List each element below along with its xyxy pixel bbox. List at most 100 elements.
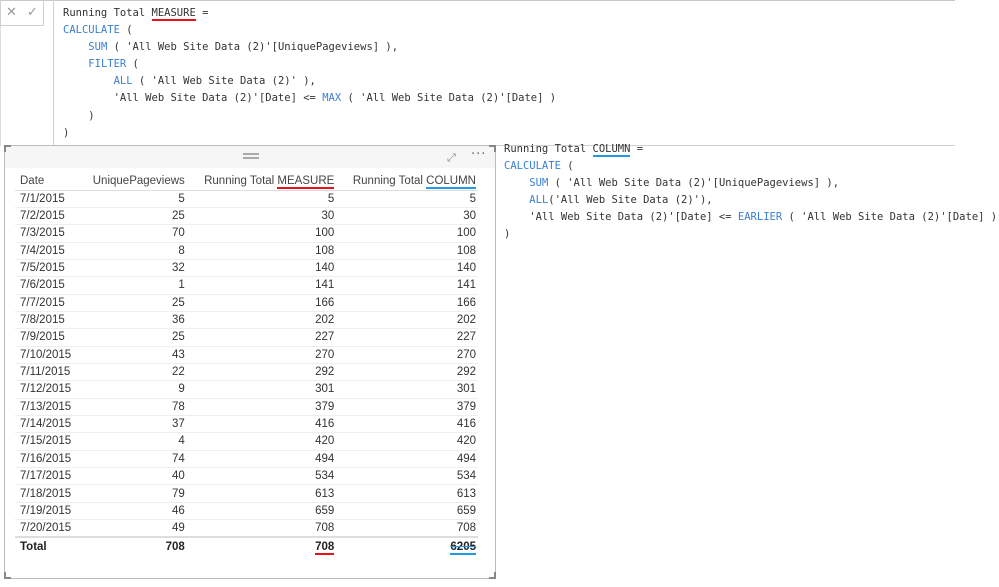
code-line: 'All Web Site Data (2)'[Date] <= EARLIER…: [504, 209, 997, 226]
code-text: =: [195, 7, 209, 19]
cell-running-total-column: 270: [336, 346, 478, 364]
cell-running-total-column: 141: [336, 276, 478, 295]
table-row: 7/10/2015 43 270 270: [15, 346, 478, 364]
code-keyword: EARLIER: [737, 211, 783, 224]
cell-running-total-measure: 494: [186, 450, 337, 469]
table-row: 7/7/2015 25 166 166: [15, 294, 478, 312]
cell-uniquepageviews: 22: [79, 363, 187, 382]
resize-corner[interactable]: [4, 572, 11, 579]
cell-uniquepageviews: 8: [79, 242, 187, 260]
code-text: (: [119, 24, 133, 37]
more-options-icon[interactable]: ···: [471, 147, 486, 162]
code-line: 'All Web Site Data (2)'[Date] <= MAX ( '…: [63, 90, 557, 107]
code-keyword: CALCULATE: [63, 24, 120, 37]
focus-mode-icon[interactable]: ⤢: [447, 151, 456, 165]
cell-date: 7/15/2015: [15, 432, 80, 451]
code-text: Running Total: [63, 7, 152, 19]
table-row: 7/20/2015 49 708 708: [15, 519, 478, 538]
cell-running-total-column: 227: [336, 328, 478, 347]
cell-running-total-column: 5: [336, 190, 478, 208]
cell-date: 7/13/2015: [15, 398, 80, 416]
cell-running-total-measure: 659: [186, 502, 337, 521]
header-date[interactable]: Date: [15, 173, 80, 191]
code-line: CALCULATE (: [504, 158, 997, 175]
drag-handle-icon[interactable]: [243, 153, 259, 159]
code-text: ): [504, 228, 511, 241]
cell-uniquepageviews: 46: [79, 502, 187, 521]
data-table: Date UniquePageviews Running Total MEASU…: [15, 173, 478, 556]
table-header-row: Date UniquePageviews Running Total MEASU…: [15, 173, 478, 191]
cell-running-total-column: 659: [336, 502, 478, 521]
cell-running-total-column: 379: [336, 398, 478, 416]
table-row: 7/16/2015 74 494 494: [15, 450, 478, 469]
code-line: ALL ( 'All Web Site Data (2)' ),: [63, 73, 556, 90]
table-row: 7/19/2015 46 659 659: [15, 502, 478, 521]
cell-running-total-measure: 227: [186, 328, 337, 347]
code-keyword: MAX: [322, 92, 342, 105]
code-line: SUM ( 'All Web Site Data (2)'[UniquePage…: [63, 39, 556, 56]
code-text: ( 'All Web Site Data (2)'[Date] ): [782, 211, 998, 224]
cell-date: 7/7/2015: [15, 294, 80, 312]
checkmark-icon[interactable]: ✓: [27, 5, 38, 20]
cell-date: 7/17/2015: [15, 467, 80, 486]
total-value: 6205: [450, 540, 476, 555]
header-running-total-column[interactable]: Running Total COLUMN: [336, 173, 478, 191]
code-line: CALCULATE (: [63, 22, 556, 39]
cell-uniquepageviews: 32: [79, 259, 187, 278]
cell-uniquepageviews: 74: [79, 450, 187, 469]
cell-running-total-measure: 301: [186, 380, 337, 399]
cell-date: 7/10/2015: [15, 346, 80, 364]
header-running-total-measure[interactable]: Running Total MEASURE: [186, 173, 337, 191]
table-row: 7/5/2015 32 140 140: [15, 259, 478, 278]
code-line: Running Total MEASURE =: [63, 5, 556, 22]
cell-date: 7/14/2015: [15, 415, 80, 434]
cell-uniquepageviews: 9: [79, 380, 187, 399]
code-text: ( 'All Web Site Data (2)'[UniquePageview…: [548, 177, 840, 190]
table-visual[interactable]: ⤢ ··· Date UniquePageviews Running Total…: [4, 145, 496, 579]
code-line: SUM ( 'All Web Site Data (2)'[UniquePage…: [504, 175, 997, 192]
cell-uniquepageviews: 25: [79, 207, 187, 226]
code-text: MEASURE: [151, 7, 196, 21]
close-icon[interactable]: ✕: [6, 5, 17, 20]
cell-date: 7/4/2015: [15, 242, 80, 260]
cell-date: 7/19/2015: [15, 502, 80, 521]
code-text: 'All Web Site Data (2)'[Date] <=: [504, 211, 738, 224]
code-text: =: [630, 143, 644, 155]
cell-date: 7/1/2015: [15, 190, 80, 208]
cell-uniquepageviews: 37: [79, 415, 187, 434]
formula-bar-buttons: ✕ ✓: [0, 0, 44, 26]
cell-uniquepageviews: 25: [79, 328, 187, 347]
code-line: Running Total COLUMN =: [504, 141, 997, 158]
resize-corner[interactable]: [489, 145, 496, 152]
cell-date: 7/11/2015: [15, 363, 80, 382]
cell-date: 7/8/2015: [15, 311, 80, 330]
total-value: Total: [20, 540, 47, 553]
resize-corner[interactable]: [489, 572, 496, 579]
code-line: ALL('All Web Site Data (2)'),: [504, 192, 997, 209]
cell-running-total-measure: 534: [186, 467, 337, 486]
table-row: 7/1/2015 5 5 5: [15, 190, 478, 208]
cell-uniquepageviews: 49: [79, 519, 187, 538]
cell-running-total-measure-total: 708: [186, 535, 337, 556]
cell-running-total-measure: 270: [186, 346, 337, 364]
cell-running-total-column: 108: [336, 242, 478, 260]
cell-uniquepageviews: 4: [79, 432, 187, 451]
cell-running-total-measure: 100: [186, 224, 337, 243]
code-keyword: SUM: [88, 41, 108, 54]
measure-formula[interactable]: Running Total MEASURE = CALCULATE ( SUM (…: [63, 5, 556, 142]
code-line: ): [63, 108, 556, 125]
cell-running-total-measure: 140: [186, 259, 337, 278]
code-keyword: ALL: [113, 75, 133, 88]
cell-running-total-column: 416: [336, 415, 478, 434]
cell-running-total-measure: 30: [186, 207, 337, 226]
code-line: ): [504, 226, 997, 243]
resize-corner[interactable]: [4, 145, 11, 152]
header-uniquepageviews[interactable]: UniquePageviews: [79, 173, 187, 191]
visual-header: ⤢ ···: [5, 146, 495, 168]
cell-running-total-column: 30: [336, 207, 478, 226]
code-text: ( 'All Web Site Data (2)'[UniquePageview…: [107, 41, 399, 54]
cell-running-total-column: 613: [336, 484, 478, 503]
code-text: 'All Web Site Data (2)'[Date] <=: [63, 92, 323, 105]
